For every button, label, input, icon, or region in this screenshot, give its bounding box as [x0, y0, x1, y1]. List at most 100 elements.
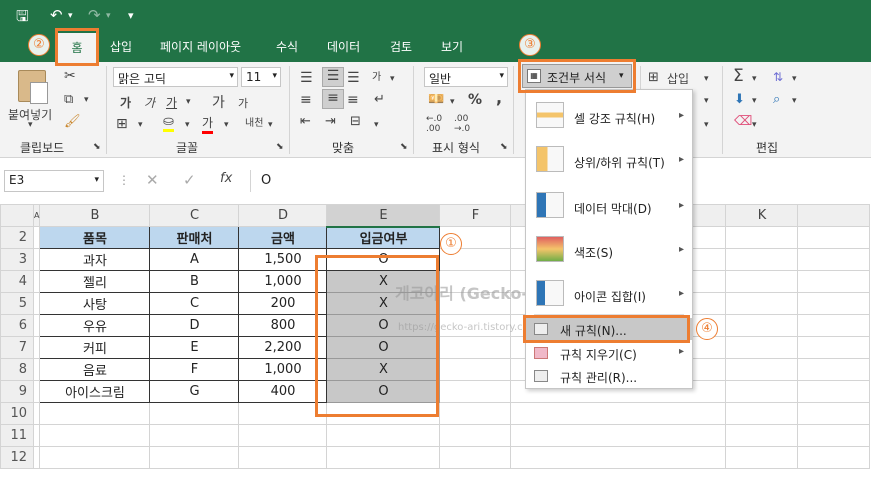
insert-cells-icon[interactable]: ⊞: [648, 70, 659, 85]
shrink-font-button[interactable]: 가: [238, 95, 248, 111]
insert-dropdown-icon[interactable]: ▾: [704, 74, 709, 84]
italic-button[interactable]: 가: [144, 94, 155, 111]
column-header[interactable]: C: [149, 204, 240, 227]
column-header[interactable]: K: [725, 204, 799, 227]
cut-icon[interactable]: ✂: [64, 68, 76, 84]
merge-center-icon[interactable]: ⊟: [350, 114, 361, 129]
table-cell[interactable]: 사탕: [39, 292, 151, 315]
font-color-dropdown-icon[interactable]: ▾: [224, 120, 229, 130]
table-cell[interactable]: 800: [238, 314, 328, 337]
percent-button[interactable]: %: [468, 92, 482, 108]
table-cell[interactable]: 우유: [39, 314, 151, 337]
undo-dropdown-icon[interactable]: ▾: [68, 11, 73, 21]
customize-qat-icon[interactable]: ▾: [128, 9, 134, 22]
tab-view[interactable]: 보기: [441, 38, 463, 55]
row-header[interactable]: 2: [0, 226, 34, 249]
grow-font-button[interactable]: 가: [212, 92, 225, 112]
underline-button[interactable]: 가: [166, 94, 177, 111]
redo-icon[interactable]: ↷: [88, 6, 101, 24]
select-all-corner[interactable]: [0, 204, 34, 227]
align-middle-icon[interactable]: ☰: [322, 67, 344, 87]
table-cell[interactable]: 2,200: [238, 336, 328, 359]
font-size-combo[interactable]: 11 ▾: [241, 67, 281, 87]
column-header[interactable]: B: [39, 204, 151, 227]
redo-dropdown-icon[interactable]: ▾: [106, 11, 111, 21]
fill-color-dropdown-icon[interactable]: ▾: [185, 120, 190, 130]
table-cell[interactable]: D: [149, 314, 240, 337]
phonetic-dropdown-icon[interactable]: ▾: [268, 120, 273, 130]
cancel-entry-icon[interactable]: ✕: [146, 171, 159, 189]
phonetic-button[interactable]: 내천: [245, 114, 263, 129]
table-header-cell[interactable]: 금액: [238, 226, 328, 249]
alignment-launcher-icon[interactable]: ⬊: [400, 142, 408, 152]
menu-item-clear-rules[interactable]: 규칙 지우기(C) ▸: [526, 342, 692, 364]
name-box[interactable]: E3 ▾: [4, 170, 104, 192]
column-header[interactable]: D: [238, 204, 328, 227]
tab-insert[interactable]: 삽입: [110, 38, 132, 55]
underline-dropdown-icon[interactable]: ▾: [186, 97, 191, 107]
align-bottom-icon[interactable]: ☰: [347, 70, 360, 86]
comma-button[interactable]: ,: [496, 88, 502, 107]
column-header[interactable]: F: [439, 204, 512, 227]
font-color-button[interactable]: 가: [202, 114, 214, 134]
increase-decimal-icon[interactable]: ←.0 .00: [426, 114, 442, 134]
table-header-cell[interactable]: 입금여부: [326, 226, 441, 249]
menu-item-icon-sets[interactable]: 아이콘 집합(I) ▸: [526, 276, 692, 312]
decrease-indent-icon[interactable]: ⇤: [300, 114, 311, 129]
table-cell[interactable]: 1,500: [238, 248, 328, 271]
sort-filter-dropdown-icon[interactable]: ▾: [792, 74, 797, 84]
table-cell[interactable]: F: [149, 358, 240, 381]
column-header[interactable]: E: [326, 204, 441, 228]
row-header[interactable]: 10: [0, 402, 34, 425]
table-cell[interactable]: 젤리: [39, 270, 151, 293]
row-header[interactable]: 3: [0, 248, 34, 271]
increase-indent-icon[interactable]: ⇥: [325, 114, 336, 129]
row-header[interactable]: 4: [0, 270, 34, 293]
table-cell[interactable]: 음료: [39, 358, 151, 381]
insert-function-icon[interactable]: fx: [220, 171, 232, 186]
font-name-combo[interactable]: 맑은 고딕 ▾: [113, 67, 238, 87]
row-header[interactable]: 8: [0, 358, 34, 381]
menu-item-manage-rules[interactable]: 규칙 관리(R)...: [526, 365, 692, 387]
tab-data[interactable]: 데이터: [327, 38, 360, 55]
wrap-text-icon[interactable]: ↵: [374, 92, 385, 107]
table-cell[interactable]: B: [149, 270, 240, 293]
font-launcher-icon[interactable]: ⬊: [276, 142, 284, 152]
save-icon[interactable]: 🖫: [16, 6, 29, 31]
menu-item-data-bars[interactable]: 데이터 막대(D) ▸: [526, 188, 692, 224]
accounting-dropdown-icon[interactable]: ▾: [450, 97, 455, 107]
fill-dropdown-icon[interactable]: ▾: [752, 96, 757, 106]
column-header[interactable]: [797, 204, 871, 227]
table-cell[interactable]: E: [149, 336, 240, 359]
table-cell[interactable]: 과자: [39, 248, 151, 271]
row-header[interactable]: 12: [0, 446, 34, 469]
table-cell[interactable]: 아이스크림: [39, 380, 151, 403]
decrease-decimal-icon[interactable]: .00 →.0: [454, 114, 470, 134]
table-cell[interactable]: A: [149, 248, 240, 271]
align-right-icon[interactable]: ≡: [347, 92, 359, 108]
confirm-entry-icon[interactable]: ✓: [183, 171, 196, 189]
menu-item-color-scales[interactable]: 색조(S) ▸: [526, 232, 692, 268]
bold-button[interactable]: 가: [120, 94, 131, 111]
number-launcher-icon[interactable]: ⬊: [500, 142, 508, 152]
sort-filter-icon[interactable]: ⇅: [773, 70, 783, 84]
tab-review[interactable]: 검토: [390, 38, 412, 55]
row-header[interactable]: 11: [0, 424, 34, 447]
format-cells-dropdown-icon[interactable]: ▾: [704, 120, 709, 130]
autosum-dropdown-icon[interactable]: ▾: [752, 74, 757, 84]
menu-item-highlight-cells-rules[interactable]: 셀 강조 규칙(H) ▸: [526, 98, 692, 134]
find-select-icon[interactable]: ⌕: [773, 92, 780, 107]
row-header[interactable]: 5: [0, 292, 34, 315]
row-header[interactable]: 6: [0, 314, 34, 337]
row-header[interactable]: 7: [0, 336, 34, 359]
table-cell[interactable]: 1,000: [238, 358, 328, 381]
clear-dropdown-icon[interactable]: ▾: [752, 120, 757, 130]
align-left-icon[interactable]: ≡: [300, 92, 312, 108]
table-cell[interactable]: 400: [238, 380, 328, 403]
undo-icon[interactable]: ↶: [50, 6, 63, 24]
copy-dropdown-icon[interactable]: ▾: [84, 95, 89, 105]
menu-item-top-bottom-rules[interactable]: 상위/하위 규칙(T) ▸: [526, 142, 692, 178]
fill-color-icon[interactable]: ⛀: [163, 114, 174, 132]
autosum-icon[interactable]: Σ: [733, 66, 744, 86]
table-cell[interactable]: 1,000: [238, 270, 328, 293]
